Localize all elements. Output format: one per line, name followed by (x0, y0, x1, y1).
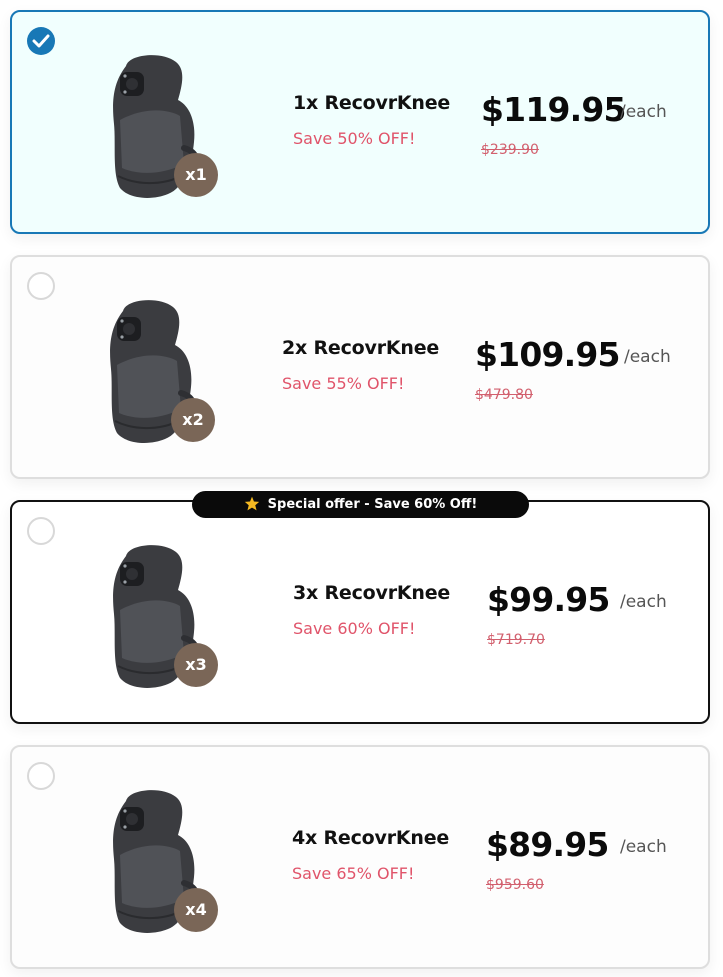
price-suffix: /each (620, 592, 667, 612)
original-price: $719.70 (487, 632, 545, 648)
knee-brace-image: x1 (104, 52, 224, 202)
option-title: 3x RecovrKnee (293, 582, 451, 604)
bundle-option-4[interactable]: x4 4x RecovrKnee Save 65% OFF! $89.95 /e… (10, 745, 710, 969)
unit-price: $119.95 (481, 90, 627, 129)
radio-unchecked[interactable] (27, 762, 55, 790)
special-offer-ribbon: Special offer - Save 60% Off! (192, 491, 529, 518)
discount-text: Save 60% OFF! (293, 619, 416, 638)
quantity-badge: x3 (174, 643, 218, 687)
quantity-badge: x2 (171, 398, 215, 442)
original-price: $959.60 (486, 877, 544, 893)
unit-price: $89.95 (486, 825, 609, 864)
original-price: $479.80 (475, 387, 533, 403)
radio-unchecked[interactable] (27, 517, 55, 545)
bundle-options: x1 1x RecovrKnee Save 50% OFF! $119.95 /… (0, 0, 723, 977)
option-title: 1x RecovrKnee (293, 92, 451, 114)
unit-price: $99.95 (487, 580, 610, 619)
ribbon-text: Special offer - Save 60% Off! (267, 497, 478, 512)
radio-unchecked[interactable] (27, 272, 55, 300)
original-price: $239.90 (481, 142, 539, 158)
knee-brace-image: x3 (104, 542, 224, 692)
option-title: 4x RecovrKnee (292, 827, 450, 849)
checkmark-icon (32, 34, 50, 48)
radio-checked[interactable] (27, 27, 55, 55)
discount-text: Save 50% OFF! (293, 129, 416, 148)
unit-price: $109.95 (475, 335, 621, 374)
bundle-option-2[interactable]: x2 2x RecovrKnee Save 55% OFF! $109.95 /… (10, 255, 710, 479)
quantity-badge: x4 (174, 888, 218, 932)
bundle-option-1[interactable]: x1 1x RecovrKnee Save 50% OFF! $119.95 /… (10, 10, 710, 234)
star-icon (244, 496, 259, 510)
price-suffix: /each (620, 102, 667, 122)
price-suffix: /each (624, 347, 671, 367)
quantity-badge: x1 (174, 153, 218, 197)
knee-brace-image: x2 (101, 297, 221, 447)
option-title: 2x RecovrKnee (282, 337, 440, 359)
discount-text: Save 65% OFF! (292, 864, 415, 883)
bundle-option-3[interactable]: x3 3x RecovrKnee Save 60% OFF! $99.95 /e… (10, 500, 710, 724)
discount-text: Save 55% OFF! (282, 374, 405, 393)
price-suffix: /each (620, 837, 667, 857)
knee-brace-image: x4 (104, 787, 224, 937)
